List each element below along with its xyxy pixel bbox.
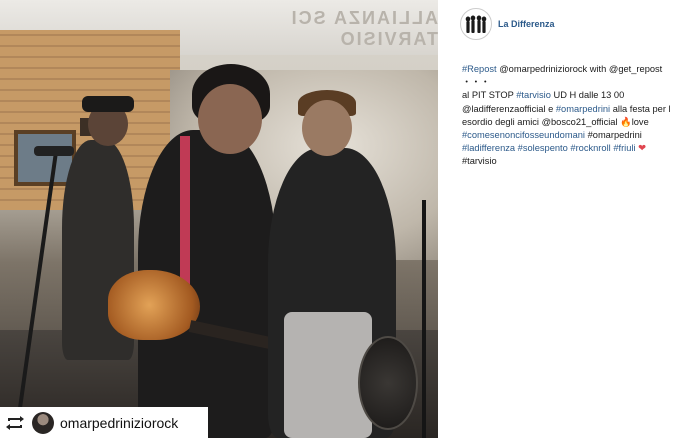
- caption-text: al PIT STOP: [462, 90, 517, 101]
- caption-line: #Repost @omarpedriniziorock with @get_re…: [462, 63, 694, 76]
- caption-text: @omarpedriniziorock with @get_repost: [496, 64, 663, 74]
- caption-line: esordio degli amici @bosco21_official 🔥l…: [462, 116, 694, 129]
- caption-line: #comesenoncifosseundomani #omarpedrini: [462, 129, 694, 142]
- right-stand: [422, 200, 426, 438]
- post-caption: #Repost @omarpedriniziorock with @get_re…: [462, 63, 694, 169]
- caption-text: @ladifferenzaofficial e: [462, 103, 556, 114]
- logo-icon[interactable]: [460, 8, 492, 40]
- caption-text: #tarvisio: [462, 156, 497, 167]
- hashtag-link[interactable]: #comesenoncifosseundomani: [462, 130, 585, 140]
- microphone: [34, 146, 74, 156]
- hashtag-link[interactable]: #rocknroll: [570, 143, 610, 153]
- caption-text: ・・・: [462, 77, 490, 88]
- guitarist-face: [198, 84, 262, 154]
- guitar-body: [108, 270, 200, 340]
- repost-badge[interactable]: omarpedriniziorock: [0, 407, 208, 438]
- repost-username[interactable]: omarpedriniziorock: [60, 415, 178, 431]
- caption-line: #ladifferenza #solespento #rocknroll #fr…: [462, 142, 694, 155]
- tent-banner-text: ALLIANZA SCI TARVISIO: [289, 8, 438, 49]
- hashtag-link[interactable]: #friuli: [613, 143, 635, 153]
- account-name[interactable]: La Differenza: [498, 19, 555, 29]
- bass-drum: [358, 336, 418, 430]
- post-photo[interactable]: ALLIANZA SCI TARVISIO: [0, 0, 438, 438]
- hashtag-link[interactable]: #solespento: [518, 143, 568, 153]
- man-right-face: [302, 100, 352, 156]
- avatar[interactable]: [32, 411, 54, 434]
- caption-line: #tarvisio: [462, 155, 694, 168]
- guitar-strap: [180, 136, 190, 286]
- flame-emoji: 🔥: [620, 116, 632, 127]
- caption-line: al PIT STOP #tarvisio UD H dalle 13 00: [462, 89, 694, 102]
- hashtag-link[interactable]: #ladifferenza: [462, 143, 515, 153]
- caption-line: ・・・: [462, 76, 694, 89]
- caption-text: love: [631, 116, 649, 127]
- hashtag-link[interactable]: #tarvisio: [516, 90, 551, 100]
- caption-text: alla festa per l: [610, 103, 671, 114]
- caption-line: @ladifferenzaofficial e #omarpedrini all…: [462, 103, 694, 116]
- repost-icon: [4, 412, 26, 434]
- caption-text: UD H dalle 13 00: [550, 90, 625, 101]
- heart-emoji: ❤: [635, 143, 646, 154]
- musician-left-hat: [82, 96, 134, 112]
- hashtag-link[interactable]: #Repost: [462, 64, 497, 74]
- caption-text: #omarpedrini: [585, 130, 642, 141]
- caption-text: esordio degli amici @bosco21_official: [462, 116, 621, 127]
- post-header: La Differenza: [460, 8, 555, 40]
- hashtag-link[interactable]: #omarpedrini: [556, 104, 610, 114]
